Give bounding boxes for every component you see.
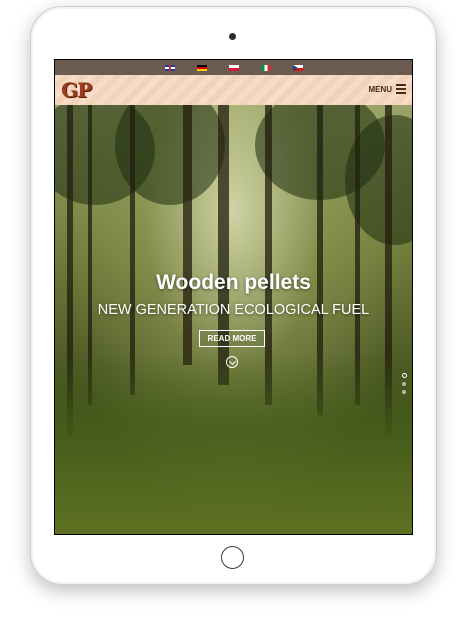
language-bar [55, 60, 412, 75]
home-button[interactable] [221, 546, 244, 569]
czech-flag-icon[interactable] [292, 64, 303, 71]
italian-flag-icon[interactable] [260, 64, 271, 71]
hero-title: Wooden pellets [156, 271, 311, 294]
menu-label: MENU [368, 84, 392, 94]
hamburger-icon [396, 84, 406, 94]
slide-dot[interactable] [402, 390, 406, 394]
forest-undergrowth [55, 354, 412, 534]
site-header: GP MENU [55, 75, 412, 105]
hero-banner: Wooden pellets NEW GENERATION ECOLOGICAL… [55, 105, 412, 534]
gp-logo[interactable]: GP [61, 79, 92, 101]
polish-flag-icon[interactable] [228, 64, 239, 71]
slide-indicators [402, 373, 407, 394]
read-more-button[interactable]: READ MORE [199, 330, 265, 347]
menu-button[interactable]: MENU [368, 84, 406, 94]
german-flag-icon[interactable] [196, 64, 207, 71]
slide-dot[interactable] [402, 382, 406, 386]
uk-flag-icon[interactable] [164, 64, 175, 71]
chevron-down-circle-icon[interactable] [226, 356, 238, 368]
hero-subtitle: NEW GENERATION ECOLOGICAL FUEL [97, 302, 370, 318]
tree-trunk [183, 105, 192, 365]
tablet-screen: GP MENU Wooden pellets NEW GENERATION EC [54, 59, 413, 535]
slide-dot-active[interactable] [402, 373, 407, 378]
tablet-device-frame: GP MENU Wooden pellets NEW GENERATION EC [30, 6, 437, 585]
tree-trunk [130, 105, 135, 395]
camera-dot [229, 33, 236, 40]
